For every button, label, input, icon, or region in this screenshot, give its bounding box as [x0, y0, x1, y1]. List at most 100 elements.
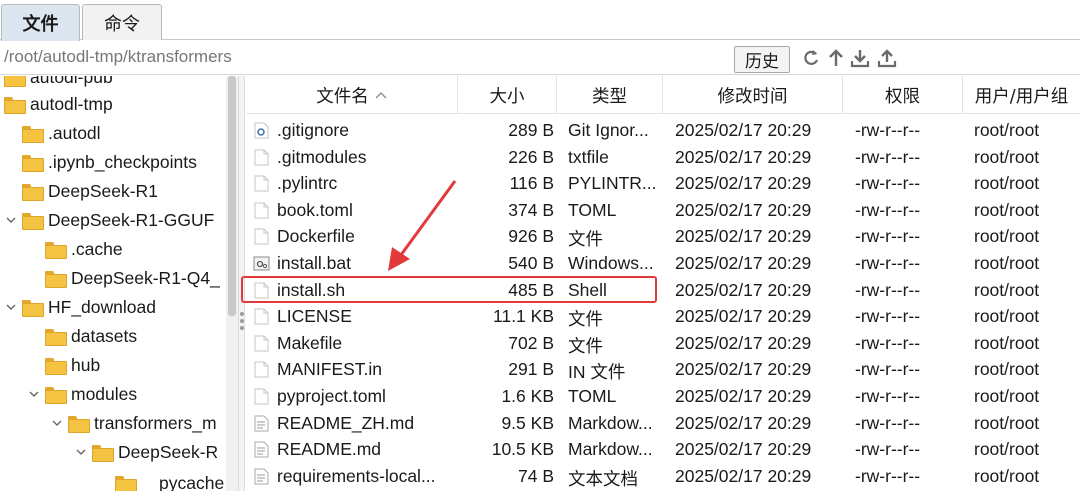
refresh-icon[interactable]: [800, 47, 822, 69]
tree-item-cache[interactable]: .cache: [27, 236, 123, 262]
file-row[interactable]: requirements-local... 74 B 文本文档 2025/02/17 …: [246, 463, 1080, 490]
up-directory-icon[interactable]: [825, 47, 847, 69]
file-icon: [253, 202, 270, 219]
file-modified: 2025/02/17 20:29: [675, 386, 812, 406]
column-header-owner[interactable]: 用户/用户组: [963, 76, 1080, 114]
file-row[interactable]: pyproject.toml 1.6 KB TOML 2025/02/17 20:29…: [246, 383, 1080, 410]
tree-item-hub[interactable]: hub: [27, 352, 100, 378]
file-name: requirements-local...: [277, 465, 436, 486]
tree-item-label: hub: [71, 354, 101, 375]
tree-item-label: DeepSeek-R1-GGUF: [48, 209, 215, 230]
file-type: 文本文档: [568, 468, 638, 489]
file-icon: [253, 282, 270, 299]
file-permissions: -rw-r--r--: [855, 332, 921, 353]
file-permissions: -rw-r--r--: [855, 306, 921, 327]
file-name: install.sh: [277, 279, 346, 300]
tree-scrollbar[interactable]: [226, 76, 238, 491]
folder-icon: [45, 357, 67, 375]
file-permissions: -rw-r--r--: [855, 173, 921, 194]
file-permissions: -rw-r--r--: [855, 359, 921, 380]
file-row[interactable]: README_ZH.md 9.5 KB Markdow... 2025/02/17 2…: [246, 410, 1080, 437]
folder-icon: [115, 475, 137, 491]
folder-icon: [22, 154, 44, 172]
tree-item-deepseek-r[interactable]: DeepSeek-R: [74, 439, 218, 465]
path-input[interactable]: /root/autodl-tmp/ktransformers: [4, 47, 232, 67]
chevron-down-icon[interactable]: [4, 301, 18, 313]
file-name: pyproject.toml: [277, 386, 386, 406]
tree-item-label: autodl-pub: [30, 76, 113, 87]
file-type: Git Ignor...: [568, 120, 649, 140]
chevron-down-icon[interactable]: [74, 446, 88, 458]
upload-icon[interactable]: [876, 47, 898, 69]
tree-item-deepseek-r1[interactable]: DeepSeek-R1: [4, 178, 158, 204]
file-size: 289 B: [508, 120, 554, 140]
file-row[interactable]: install.bat 540 B Windows... 2025/02/17 20:…: [246, 250, 1080, 277]
column-header-permissions[interactable]: 权限: [843, 76, 963, 114]
column-header-modified[interactable]: 修改时间: [663, 76, 843, 114]
tree-item-deepseek-r1-q4[interactable]: DeepSeek-R1-Q4_: [27, 265, 220, 291]
file-row[interactable]: .gitignore 289 B Git Ignor... 2025/02/17 20…: [246, 117, 1080, 144]
file-name: LICENSE: [277, 306, 352, 327]
file-icon: [253, 361, 270, 378]
file-name: README_ZH.md: [277, 412, 415, 433]
file-size: 540 B: [508, 253, 554, 273]
file-modified: 2025/02/17 20:29: [675, 412, 812, 433]
file-type: Markdow...: [568, 439, 653, 460]
file-owner: root/root: [974, 199, 1040, 220]
file-row[interactable]: .gitmodules 226 B txtfile 2025/02/17 20:29 -…: [246, 144, 1080, 171]
file-name: .gitignore: [277, 120, 349, 140]
download-icon[interactable]: [849, 47, 871, 69]
tree-item-modules[interactable]: modules: [27, 381, 137, 407]
file-modified: 2025/02/17 20:29: [675, 279, 812, 300]
grip-dot: [240, 326, 244, 330]
file-type: 文件: [568, 229, 603, 250]
tree-item-label: DeepSeek-R1: [48, 180, 158, 201]
file-icon: [253, 175, 270, 192]
file-size: 291 B: [508, 359, 554, 380]
file-size: 11.1 KB: [493, 306, 554, 327]
chevron-down-icon[interactable]: [27, 388, 41, 400]
file-type: Windows...: [568, 253, 654, 273]
file-type: 文件: [568, 309, 603, 330]
tree-item-autodl-pub[interactable]: autodl-pub: [0, 76, 113, 90]
file-row[interactable]: README.md 10.5 KB Markdow... 2025/02/17 20:…: [246, 436, 1080, 463]
folder-icon: [45, 270, 67, 288]
column-header-type[interactable]: 类型: [557, 76, 663, 114]
file-owner: root/root: [974, 439, 1040, 460]
file-type: 文件: [568, 335, 603, 356]
file-row[interactable]: .pylintrc 116 B PYLINTR... 2025/02/17 20:29…: [246, 170, 1080, 197]
file-modified: 2025/02/17 20:29: [675, 306, 812, 327]
tree-item-deepseek-r1-gguf[interactable]: DeepSeek-R1-GGUF: [4, 207, 214, 233]
file-icon: [253, 149, 270, 166]
file-row[interactable]: Makefile 702 B 文件 2025/02/17 20:29 -rw-r--r-…: [246, 330, 1080, 357]
file-modified: 2025/02/17 20:29: [675, 253, 812, 273]
file-type: TOML: [568, 199, 617, 220]
file-icon: [253, 228, 270, 245]
file-row[interactable]: install.sh 485 B Shell 2025/02/17 20:29 -rw-…: [246, 277, 1080, 304]
tree-item-autodl[interactable]: .autodl: [4, 120, 101, 146]
file-row[interactable]: LICENSE 11.1 KB 文件 2025/02/17 20:29 -rw-r--r…: [246, 303, 1080, 330]
file-row[interactable]: MANIFEST.in 291 B IN 文件 2025/02/17 20:29 -rw…: [246, 356, 1080, 383]
file-owner: root/root: [974, 332, 1040, 353]
file-type: TOML: [568, 386, 617, 406]
tree-item-datasets[interactable]: datasets: [27, 323, 137, 349]
file-modified: 2025/02/17 20:29: [675, 465, 812, 486]
column-header-size[interactable]: 大小: [458, 76, 557, 114]
column-header-name[interactable]: 文件名: [246, 76, 458, 114]
history-button[interactable]: 历史: [734, 46, 790, 73]
tree-item-hf-download[interactable]: HF_download: [4, 294, 156, 320]
file-row[interactable]: Dockerfile 926 B 文件 2025/02/17 20:29 -rw-r--…: [246, 223, 1080, 250]
chevron-down-icon[interactable]: [4, 214, 18, 226]
pane-splitter[interactable]: [238, 76, 245, 491]
file-row[interactable]: book.toml 374 B TOML 2025/02/17 20:29 -rw-r-…: [246, 197, 1080, 224]
chevron-down-icon[interactable]: [50, 417, 64, 429]
tree-item-autodl-tmp[interactable]: autodl-tmp: [0, 91, 113, 117]
tab-files[interactable]: 文件: [1, 4, 80, 41]
tree-item-transformers-m[interactable]: transformers_m: [50, 410, 217, 436]
tab-commands[interactable]: 命令: [82, 4, 162, 40]
tab-bar: 文件 命令: [0, 0, 1080, 41]
folder-icon: [4, 96, 26, 114]
tree-scrollbar-thumb[interactable]: [228, 76, 236, 316]
tree-item-ipynb-checkpoints[interactable]: .ipynb_checkpoints: [4, 149, 197, 175]
tree-item-pycache[interactable]: pycache: [97, 470, 224, 491]
